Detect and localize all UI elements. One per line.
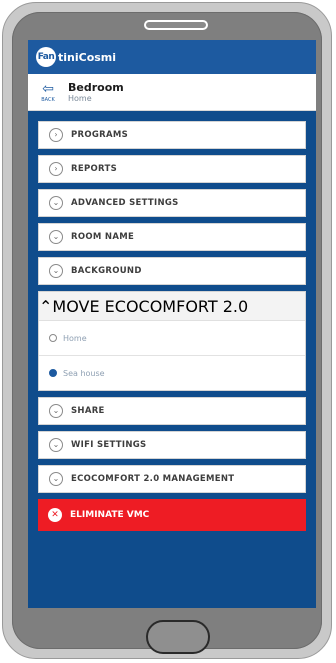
chevron-down-icon: ⌄: [49, 196, 63, 210]
option-label: Home: [63, 333, 87, 343]
menu-item-reports[interactable]: › REPORTS: [38, 155, 306, 183]
menu-item-wifi-settings[interactable]: ⌄ WIFI SETTINGS: [38, 431, 306, 459]
back-label: BACK: [41, 96, 55, 103]
menu-item-label: ROOM NAME: [71, 232, 135, 242]
chevron-right-icon: ›: [49, 128, 63, 142]
menu-item-move-ecocomfort: ⌃ MOVE ECOCOMFORT 2.0 Home Sea house: [38, 291, 306, 391]
logo-mark: Fan: [36, 47, 56, 67]
radio-unselected-icon: [49, 334, 57, 342]
menu-item-label: BACKGROUND: [71, 266, 142, 276]
menu-item-label: PROGRAMS: [71, 130, 129, 140]
menu-item-label: SHARE: [71, 406, 105, 416]
chevron-down-icon: ⌄: [49, 472, 63, 486]
menu-item-label: MOVE ECOCOMFORT 2.0: [52, 296, 249, 316]
menu-item-label: ADVANCED SETTINGS: [71, 198, 179, 208]
menu-item-programs[interactable]: › PROGRAMS: [38, 121, 306, 149]
chevron-right-icon: ›: [49, 162, 63, 176]
move-ecocomfort-header[interactable]: ⌃ MOVE ECOCOMFORT 2.0: [39, 292, 305, 321]
menu-item-share[interactable]: ⌄ SHARE: [38, 397, 306, 425]
chevron-down-icon: ⌄: [49, 264, 63, 278]
app-topbar: Fan tiniCosmi: [28, 40, 316, 74]
menu-item-label: REPORTS: [71, 164, 117, 174]
menu-item-background[interactable]: ⌄ BACKGROUND: [38, 257, 306, 285]
logo-text: tiniCosmi: [58, 50, 117, 64]
menu-item-ecocomfort-management[interactable]: ⌄ ECOCOMFORT 2.0 MANAGEMENT: [38, 465, 306, 493]
room-title: Bedroom: [68, 80, 124, 94]
app-screen: Fan tiniCosmi ⇦ BACK Bedroom Home › PROG…: [28, 40, 316, 608]
option-label: Sea house: [63, 368, 105, 378]
phone-speaker: [144, 20, 208, 30]
room-subtitle: Home: [68, 93, 92, 103]
settings-list: › PROGRAMS › REPORTS ⌄ ADVANCED SETTINGS…: [28, 121, 316, 531]
menu-item-advanced-settings[interactable]: ⌄ ADVANCED SETTINGS: [38, 189, 306, 217]
menu-item-label: ECOCOMFORT 2.0 MANAGEMENT: [71, 474, 235, 484]
chevron-down-icon: ⌄: [49, 438, 63, 452]
menu-item-label: WIFI SETTINGS: [71, 440, 147, 450]
option-home[interactable]: Home: [39, 321, 305, 356]
back-button[interactable]: ⇦ BACK: [28, 82, 68, 103]
room-header: ⇦ BACK Bedroom Home: [28, 74, 316, 111]
radio-selected-icon: [49, 369, 57, 377]
chevron-down-icon: ⌄: [49, 404, 63, 418]
home-button[interactable]: [146, 620, 210, 654]
room-title-block: Bedroom Home: [68, 81, 124, 104]
close-icon: ✕: [48, 508, 62, 522]
menu-item-room-name[interactable]: ⌄ ROOM NAME: [38, 223, 306, 251]
option-sea-house[interactable]: Sea house: [39, 356, 305, 390]
back-arrow-icon: ⇦: [42, 80, 54, 97]
eliminate-vmc-label: ELIMINATE VMC: [70, 510, 150, 520]
chevron-up-icon: ⌃: [39, 296, 53, 316]
chevron-down-icon: ⌄: [49, 230, 63, 244]
eliminate-vmc-button[interactable]: ✕ ELIMINATE VMC: [38, 499, 306, 531]
